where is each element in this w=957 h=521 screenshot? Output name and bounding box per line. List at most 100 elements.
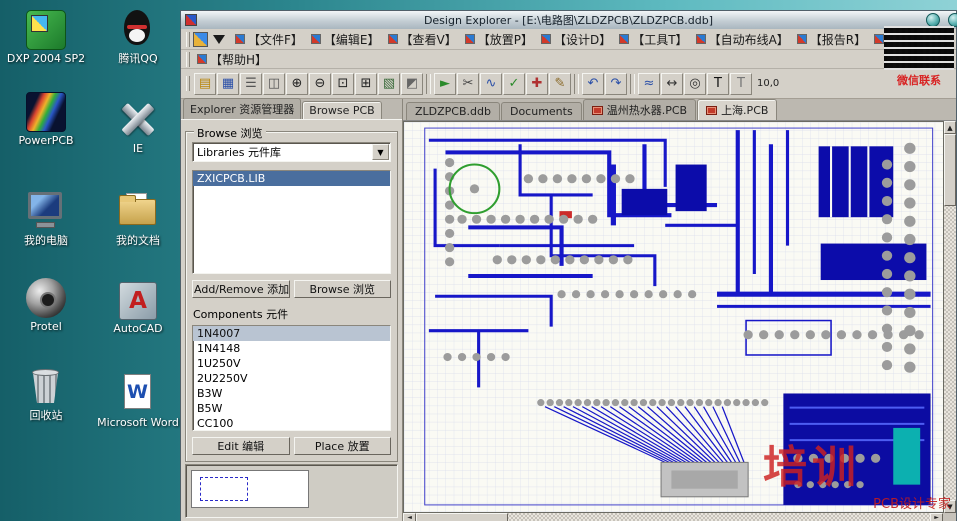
tab-browse-pcb[interactable]: Browse PCB: [302, 101, 381, 119]
menu-item-label: 【设计D】: [554, 31, 611, 48]
qq-icon: [116, 8, 160, 50]
zoom-in-icon[interactable]: ⊕: [286, 73, 308, 95]
browse-type-select[interactable]: Libraries 元件库 ▼: [192, 142, 391, 162]
toolbar-grip[interactable]: [186, 52, 190, 67]
desktop-icon-protel[interactable]: Protel: [3, 278, 89, 334]
minimize-button[interactable]: [926, 13, 940, 27]
edit-button[interactable]: Edit 编辑: [192, 437, 290, 455]
scroll-down-icon[interactable]: ▼: [944, 500, 956, 513]
library-list-item[interactable]: ZXICPCB.LIB: [193, 171, 390, 186]
place-component-icon[interactable]: ►: [434, 73, 456, 95]
browse-panel-body: Browse 浏览 Libraries 元件库 ▼ ZXICPCB.LIB Ad…: [181, 119, 402, 521]
tab-explorer[interactable]: Explorer 资源管理器: [183, 98, 301, 119]
measure-icon[interactable]: ↔: [661, 73, 683, 95]
component-list-item[interactable]: 1N4148: [193, 341, 390, 356]
horizontal-scrollbar[interactable]: ◄ ►: [403, 513, 956, 521]
undo-icon[interactable]: ↶: [582, 73, 604, 95]
desktop-icon-my-computer[interactable]: 我的电脑: [3, 190, 89, 248]
origin-icon[interactable]: ◎: [684, 73, 706, 95]
cut-icon[interactable]: ✂: [457, 73, 479, 95]
desktop-icon-dxp[interactable]: DXP 2004 SP2: [3, 10, 89, 66]
app-icon: [185, 14, 197, 26]
pcb-editor-canvas[interactable]: [403, 121, 944, 513]
polyline-icon[interactable]: ≈: [638, 73, 660, 95]
tab-shanghai-pcb[interactable]: 上海.PCB: [697, 99, 777, 120]
redo-icon[interactable]: ↷: [605, 73, 627, 95]
document-tabs: ZLDZPCB.ddb Documents 温州热水器.PCB 上海.PCB: [403, 99, 956, 121]
component-list-item[interactable]: B3W: [193, 386, 390, 401]
drc-check-icon[interactable]: ✓: [503, 73, 525, 95]
menu-autoroute[interactable]: 【自动布线A】: [692, 30, 793, 49]
add-remove-button[interactable]: Add/Remove 添加/移除: [192, 280, 290, 298]
menu-item-label: 【自动布线A】: [709, 31, 789, 48]
vertical-scrollbar[interactable]: ▲ ▼: [944, 121, 956, 513]
scroll-up-icon[interactable]: ▲: [944, 121, 956, 134]
desktop-icon-qq[interactable]: 腾讯QQ: [95, 8, 181, 66]
tab-wenzhou-pcb[interactable]: 温州热水器.PCB: [583, 99, 696, 120]
menu-tools[interactable]: 【工具T】: [615, 30, 691, 49]
component-list-item[interactable]: CC100: [193, 416, 390, 431]
menu-item-icon: [619, 34, 629, 44]
draw-tool-icon[interactable]: ✎: [549, 73, 571, 95]
tab-zldzpcb-ddb[interactable]: ZLDZPCB.ddb: [406, 102, 500, 120]
menu-item-label: 【放置P】: [478, 31, 533, 48]
menu-view[interactable]: 【查看V】: [384, 30, 461, 49]
desktop-icon-label: Microsoft Word: [95, 417, 181, 430]
component-list[interactable]: 1N4007 1N4148 1U250V 2U2250V B3W B5W CC1…: [192, 325, 391, 431]
menu-place[interactable]: 【放置P】: [461, 30, 537, 49]
desktop-icon-word[interactable]: W Microsoft Word: [95, 372, 181, 430]
design-explorer-window: Design Explorer - [E:\电路图\ZLDZPCB\ZLDZPC…: [180, 10, 957, 521]
browse-button[interactable]: Browse 浏览: [294, 280, 392, 298]
menu-help[interactable]: 【帮助H】: [193, 50, 271, 69]
scrollbar-thumb[interactable]: [416, 513, 508, 521]
print-preview-icon[interactable]: ◫: [263, 73, 285, 95]
library-list[interactable]: ZXICPCB.LIB: [192, 170, 391, 274]
scrollbar-thumb[interactable]: [944, 134, 956, 206]
desktop-icon-label: DXP 2004 SP2: [3, 53, 89, 66]
menu-design[interactable]: 【设计D】: [537, 30, 615, 49]
menu-reports[interactable]: 【报告R】: [793, 30, 870, 49]
menu-edit[interactable]: 【编辑E】: [307, 30, 384, 49]
place-button[interactable]: Place 放置: [294, 437, 392, 455]
desktop-icon-powerpcb[interactable]: PowerPCB: [3, 92, 89, 148]
wire-tool-icon[interactable]: ∿: [480, 73, 502, 95]
open-document-icon[interactable]: ▤: [194, 73, 216, 95]
main-toolbar: ▤ ▦ ☰ ◫ ⊕ ⊖ ⊡ ⊞ ▧ ◩ ► ✂ ∿ ✓ ✚ ✎ ↶ ↷ ≈ ↔ …: [181, 69, 956, 99]
scroll-right-icon[interactable]: ►: [930, 513, 943, 521]
title-bar[interactable]: Design Explorer - [E:\电路图\ZLDZPCB\ZLDZPC…: [181, 11, 956, 29]
select-area-icon[interactable]: ▧: [378, 73, 400, 95]
component-list-item[interactable]: 2U2250V: [193, 371, 390, 386]
menu-item-icon: [696, 34, 706, 44]
cross-probe-icon[interactable]: ✚: [526, 73, 548, 95]
layer-mask-icon[interactable]: ◩: [401, 73, 423, 95]
menu-item-icon: [388, 34, 398, 44]
string-tool-icon[interactable]: T: [730, 73, 752, 95]
toolbar-grip[interactable]: [186, 76, 190, 91]
desktop-icon-label: 回收站: [3, 410, 89, 423]
component-list-item[interactable]: B5W: [193, 401, 390, 416]
menu-item-label: 【帮助H】: [210, 51, 267, 68]
save-icon[interactable]: ▦: [217, 73, 239, 95]
menu-item-icon: [197, 54, 207, 64]
menu-item-icon: [541, 34, 551, 44]
my-computer-icon: [24, 190, 68, 232]
toolbar-grip[interactable]: [186, 32, 190, 47]
desktop-icon-recycle-bin[interactable]: 回收站: [3, 365, 89, 423]
desktop-icon-autocad[interactable]: A AutoCAD: [95, 282, 181, 336]
text-tool-icon[interactable]: T: [707, 73, 729, 95]
pcb-drawing: [404, 122, 943, 512]
print-icon[interactable]: ☰: [240, 73, 262, 95]
chevron-down-icon[interactable]: ▼: [372, 144, 389, 160]
desktop-icon-my-documents[interactable]: 我的文档: [95, 190, 181, 248]
menu-file[interactable]: 【文件F】: [231, 30, 307, 49]
component-list-item[interactable]: 1N4007: [193, 326, 390, 341]
close-button[interactable]: [948, 13, 957, 27]
scroll-left-icon[interactable]: ◄: [403, 513, 416, 521]
zoom-out-icon[interactable]: ⊖: [309, 73, 331, 95]
component-list-item[interactable]: 1U250V: [193, 356, 390, 371]
desktop-icon-ie[interactable]: IE: [95, 98, 181, 156]
tab-documents[interactable]: Documents: [501, 102, 582, 120]
zoom-document-icon[interactable]: ⊞: [355, 73, 377, 95]
browse-type-value: Libraries 元件库: [193, 144, 372, 160]
zoom-window-icon[interactable]: ⊡: [332, 73, 354, 95]
